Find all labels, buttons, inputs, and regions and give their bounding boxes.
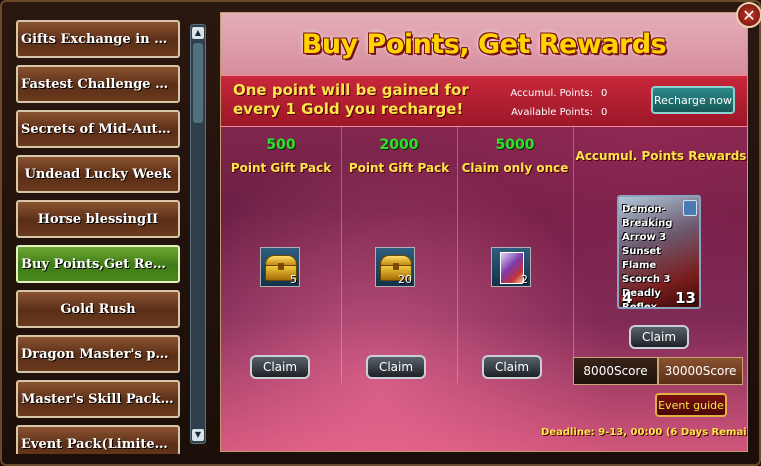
- reward-item-slot[interactable]: 20: [375, 247, 415, 287]
- tab-30000-score[interactable]: 30000Score: [658, 357, 743, 385]
- accum-points-label: Accumul. Points:: [510, 88, 593, 99]
- sidebar-item-horse-blessing[interactable]: Horse blessingII: [16, 200, 180, 238]
- card-right-stat: 13: [675, 289, 696, 307]
- close-icon[interactable]: ✕: [736, 2, 761, 28]
- sidebar-item-label: Secrets of Mid-Autumn: [21, 121, 175, 137]
- scroll-down-icon[interactable]: ▼: [192, 429, 204, 441]
- reward-title: Point Gift Pack: [230, 161, 332, 175]
- sidebar-item-label: Gifts Exchange in Mid-...: [21, 31, 175, 47]
- score-tabs: 8000Score 30000Score: [573, 357, 743, 385]
- reward-item-slot[interactable]: 5: [260, 247, 300, 287]
- sidebar-scrollbar[interactable]: ▲ ▼: [190, 24, 206, 444]
- reward-title: Claim only once: [461, 161, 569, 175]
- sidebar-item-event-pack[interactable]: Event Pack(Limited time): [16, 425, 180, 454]
- event-guide-button[interactable]: Event guide: [655, 393, 727, 417]
- reward-card[interactable]: Demon- Breaking Arrow 3 Sunset Flame Sco…: [617, 195, 701, 309]
- sidebar-item-fastest-challenge[interactable]: Fastest Challenge of M...: [16, 65, 180, 103]
- claim-button[interactable]: Claim: [482, 355, 542, 379]
- info-line: One point will be gained for: [233, 81, 469, 99]
- scroll-up-icon[interactable]: ▲: [192, 27, 204, 39]
- card-line: Scorch 3: [622, 274, 671, 285]
- card-line: Breaking: [622, 218, 673, 229]
- card-line: Demon-: [622, 204, 666, 215]
- sidebar-item-dragon-master[interactable]: Dragon Master's pack I...: [16, 335, 180, 373]
- reward-column: 2000 Point Gift Pack 20 Claim: [341, 127, 458, 383]
- sidebar-item-buy-points[interactable]: Buy Points,Get Rewards: [16, 245, 180, 283]
- sidebar-item-label: Master's Skill Pack II(Li...: [21, 391, 175, 407]
- reward-column: 500 Point Gift Pack 5 Claim: [221, 127, 342, 383]
- reward-title: Point Gift Pack: [348, 161, 450, 175]
- claim-button[interactable]: Claim: [366, 355, 426, 379]
- event-window: Gifts Exchange in Mid-... Fastest Challe…: [0, 0, 761, 466]
- sidebar-item-undead-lucky-week[interactable]: Undead Lucky Week: [16, 155, 180, 193]
- accum-rewards-title: Accumul. Points Rewards: [575, 149, 747, 163]
- card-left-stat: 4: [622, 289, 633, 307]
- points-required: 500: [266, 137, 296, 153]
- info-text: One point will be gained for every 1 Gol…: [233, 81, 483, 119]
- sidebar-item-label: Horse blessingII: [37, 211, 159, 227]
- sidebar-item-label: Dragon Master's pack I...: [21, 346, 175, 362]
- available-points-value: 0: [601, 107, 608, 118]
- event-title-banner: Buy Points, Get Rewards: [221, 13, 747, 75]
- sidebar-item-label: Undead Lucky Week: [24, 166, 172, 182]
- page-title: Buy Points, Get Rewards: [301, 28, 667, 60]
- sidebar-item-gifts-exchange[interactable]: Gifts Exchange in Mid-...: [16, 20, 180, 58]
- event-list: Gifts Exchange in Mid-... Fastest Challe…: [12, 18, 188, 454]
- event-panel: Buy Points, Get Rewards One point will b…: [220, 12, 748, 452]
- item-count: 20: [398, 273, 412, 286]
- scroll-thumb[interactable]: [193, 43, 203, 123]
- sidebar-item-secrets-mid-autumn[interactable]: Secrets of Mid-Autumn: [16, 110, 180, 148]
- deadline-text: Deadline: 9-13, 00:00 (6 Days Remaining): [541, 427, 747, 438]
- card-claim-button[interactable]: Claim: [629, 325, 689, 349]
- sidebar-item-label: Event Pack(Limited time): [21, 436, 175, 452]
- card-line: Arrow 3: [622, 232, 667, 243]
- sidebar-item-label: Fastest Challenge of M...: [21, 76, 175, 92]
- tab-8000-score[interactable]: 8000Score: [573, 357, 658, 385]
- item-count: 5: [290, 273, 297, 286]
- claim-button[interactable]: Claim: [250, 355, 310, 379]
- sidebar-item-label: Buy Points,Get Rewards: [21, 256, 175, 272]
- available-points-label: Available Points:: [511, 107, 593, 118]
- sidebar-item-gold-rush[interactable]: Gold Rush: [16, 290, 180, 328]
- item-count: 2: [521, 273, 528, 286]
- recharge-now-button[interactable]: Recharge now: [651, 86, 735, 114]
- card-line: Sunset Flame: [622, 246, 661, 271]
- info-line: every 1 Gold you recharge!: [233, 100, 464, 118]
- sidebar-item-label: Gold Rush: [60, 301, 136, 317]
- points-required: 5000: [495, 137, 535, 153]
- accum-points-value: 0: [601, 88, 608, 99]
- sidebar-item-master-skill-pack[interactable]: Master's Skill Pack II(Li...: [16, 380, 180, 418]
- points-required: 2000: [379, 137, 419, 153]
- reward-column: 5000 Claim only once 2 Claim: [457, 127, 574, 383]
- reward-item-slot[interactable]: 2: [491, 247, 531, 287]
